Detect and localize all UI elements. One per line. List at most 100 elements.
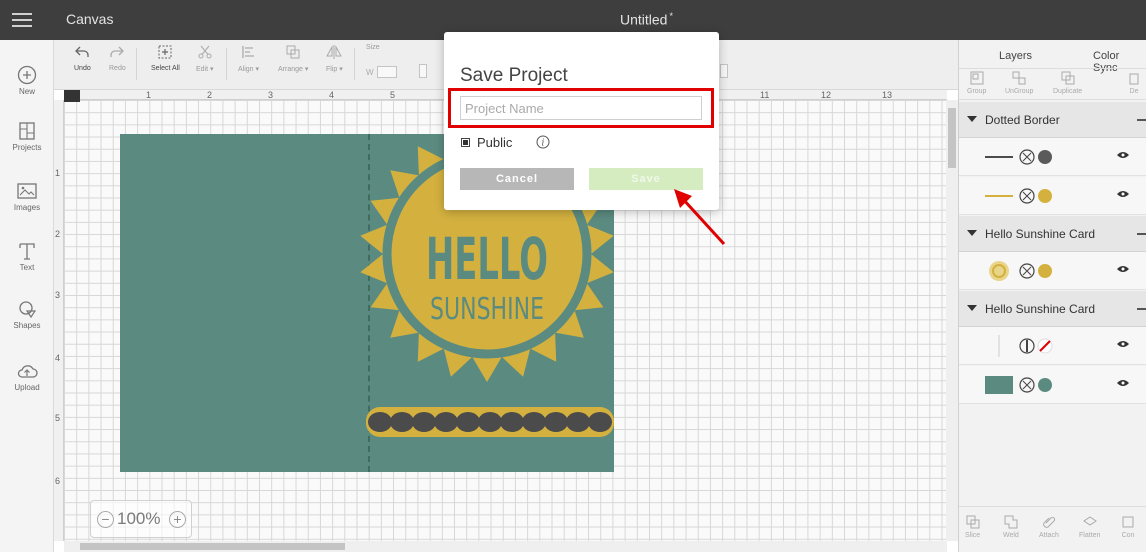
sidebar-item-projects[interactable]: Projects: [0, 120, 54, 152]
layer-group-name: Hello Sunshine Card: [985, 302, 1096, 316]
sidebar-item-new[interactable]: New: [0, 64, 54, 96]
layer-row[interactable]: [959, 177, 1146, 215]
zoom-in-button[interactable]: +: [169, 511, 186, 528]
expand-caret-icon[interactable]: [967, 305, 977, 311]
vertical-scroll-thumb[interactable]: [948, 108, 956, 168]
slice-button[interactable]: Slice: [965, 515, 980, 539]
sidebar-item-shapes[interactable]: Shapes: [0, 298, 54, 330]
drag-handle-icon[interactable]: [1137, 119, 1146, 121]
layer-row[interactable]: [959, 138, 1146, 176]
drag-handle-icon[interactable]: [1137, 308, 1146, 310]
eye-icon[interactable]: [1117, 340, 1129, 348]
scallop-dot: [434, 412, 458, 432]
arrange-menu-button[interactable]: Arrange ▾: [278, 44, 308, 73]
edit-menu-button[interactable]: Edit ▾: [196, 44, 214, 73]
flatten-label: Flatten: [1079, 532, 1101, 539]
unsaved-marker: *: [669, 11, 673, 21]
align-icon: [241, 46, 254, 58]
document-title-text: Untitled: [620, 11, 668, 28]
layer-row[interactable]: [959, 366, 1146, 404]
annotation-arrow-icon: [674, 189, 726, 246]
ruler-tick-label: 4: [329, 90, 335, 100]
layer-group-hello-sunshine-card[interactable]: Hello Sunshine Card: [959, 216, 1146, 252]
cancel-button[interactable]: Cancel: [460, 168, 574, 190]
cut-blade-icon: [1022, 191, 1032, 201]
layer-tools: Group UnGroup Duplicate De: [959, 68, 1146, 100]
flip-icon: [326, 45, 343, 59]
layer-bottom-tools: Slice Weld Attach Flatten Con: [959, 506, 1146, 552]
contour-label: Con: [1121, 532, 1135, 539]
ungroup-button[interactable]: UnGroup: [1005, 71, 1033, 95]
drag-handle-icon[interactable]: [1137, 233, 1146, 235]
width-input[interactable]: [377, 66, 397, 78]
scallop-dot: [588, 412, 612, 432]
ruler-tick-label: 5: [390, 90, 396, 100]
expand-caret-icon[interactable]: [967, 116, 977, 122]
scallop-dot: [478, 412, 502, 432]
width-stepper[interactable]: [419, 64, 427, 78]
scallop-dot: [566, 412, 590, 432]
sidebar-item-text[interactable]: Text: [0, 240, 54, 272]
scallop-dot: [522, 412, 546, 432]
sidebar-item-images[interactable]: Images: [0, 180, 54, 212]
select-all-label: Select All: [151, 65, 180, 72]
layer-row[interactable]: [959, 327, 1146, 365]
ruler-tick-label: 13: [882, 90, 893, 100]
eye-icon[interactable]: [1117, 379, 1129, 387]
tab-layers[interactable]: Layers: [999, 50, 1032, 62]
slice-label: Slice: [965, 532, 981, 539]
align-menu-button[interactable]: Align ▾: [238, 44, 259, 73]
duplicate-button[interactable]: Duplicate: [1053, 71, 1082, 95]
flip-menu-button[interactable]: Flip ▾: [326, 44, 343, 73]
layer-group-dotted-border[interactable]: Dotted Border: [959, 102, 1146, 138]
sidebar-item-upload[interactable]: Upload: [0, 360, 54, 392]
scallop-dot: [390, 412, 414, 432]
layer-row[interactable]: [959, 252, 1146, 290]
flatten-button[interactable]: Flatten: [1079, 515, 1100, 539]
select-all-button[interactable]: Select All: [151, 44, 180, 72]
upload-cloud-icon: [17, 365, 38, 378]
scallop-dot: [500, 412, 524, 432]
undo-icon: [75, 46, 90, 57]
attach-button[interactable]: Attach: [1039, 515, 1059, 539]
rotate-stepper[interactable]: [720, 64, 728, 78]
info-icon[interactable]: i: [536, 135, 550, 149]
group-button[interactable]: Group: [967, 71, 986, 95]
public-checkbox[interactable]: [461, 138, 470, 147]
ungroup-icon: [1012, 71, 1026, 85]
weld-button[interactable]: Weld: [1003, 515, 1019, 539]
layers-panel: Layers Color Sync Group UnGroup Duplicat…: [958, 40, 1146, 552]
layer-group-hello-sunshine-card-2[interactable]: Hello Sunshine Card: [959, 291, 1146, 327]
horizontal-scrollbar[interactable]: [64, 541, 947, 552]
menu-icon[interactable]: [12, 13, 32, 27]
sunshine-text: SUNSHINE: [430, 292, 544, 327]
layer-swatches: [985, 188, 1052, 204]
ruler-tick-label: 12: [821, 90, 832, 100]
ruler-tick-label: 2: [207, 90, 213, 100]
sidebar-item-label: Text: [19, 263, 35, 272]
horizontal-scroll-thumb[interactable]: [80, 543, 345, 550]
edit-label: Edit ▾: [196, 66, 214, 73]
eye-icon[interactable]: [1117, 265, 1129, 273]
annotation-highlight-box: [448, 88, 714, 128]
color-swatch: [1038, 264, 1052, 278]
undo-button[interactable]: Undo: [74, 44, 91, 72]
app-title: Canvas: [66, 11, 114, 27]
duplicate-label: Duplicate: [1053, 88, 1083, 95]
hello-text: HELLO: [426, 225, 548, 293]
contour-button[interactable]: Con: [1121, 515, 1135, 539]
size-label: Size: [366, 44, 380, 51]
scallop-dot: [544, 412, 568, 432]
ruler-corner: [64, 90, 80, 102]
scalloped-border: [366, 407, 614, 437]
zoom-out-button[interactable]: −: [97, 511, 114, 528]
expand-caret-icon[interactable]: [967, 230, 977, 236]
delete-button[interactable]: De: [1127, 71, 1141, 95]
redo-button[interactable]: Redo: [109, 44, 126, 72]
vertical-scrollbar[interactable]: [946, 100, 958, 541]
vertical-ruler: 1 2 3 4 5 6: [54, 100, 64, 541]
ungroup-label: UnGroup: [1005, 88, 1034, 95]
ruler-tick-label: 11: [760, 90, 770, 100]
eye-icon[interactable]: [1117, 151, 1129, 159]
eye-icon[interactable]: [1117, 190, 1129, 198]
